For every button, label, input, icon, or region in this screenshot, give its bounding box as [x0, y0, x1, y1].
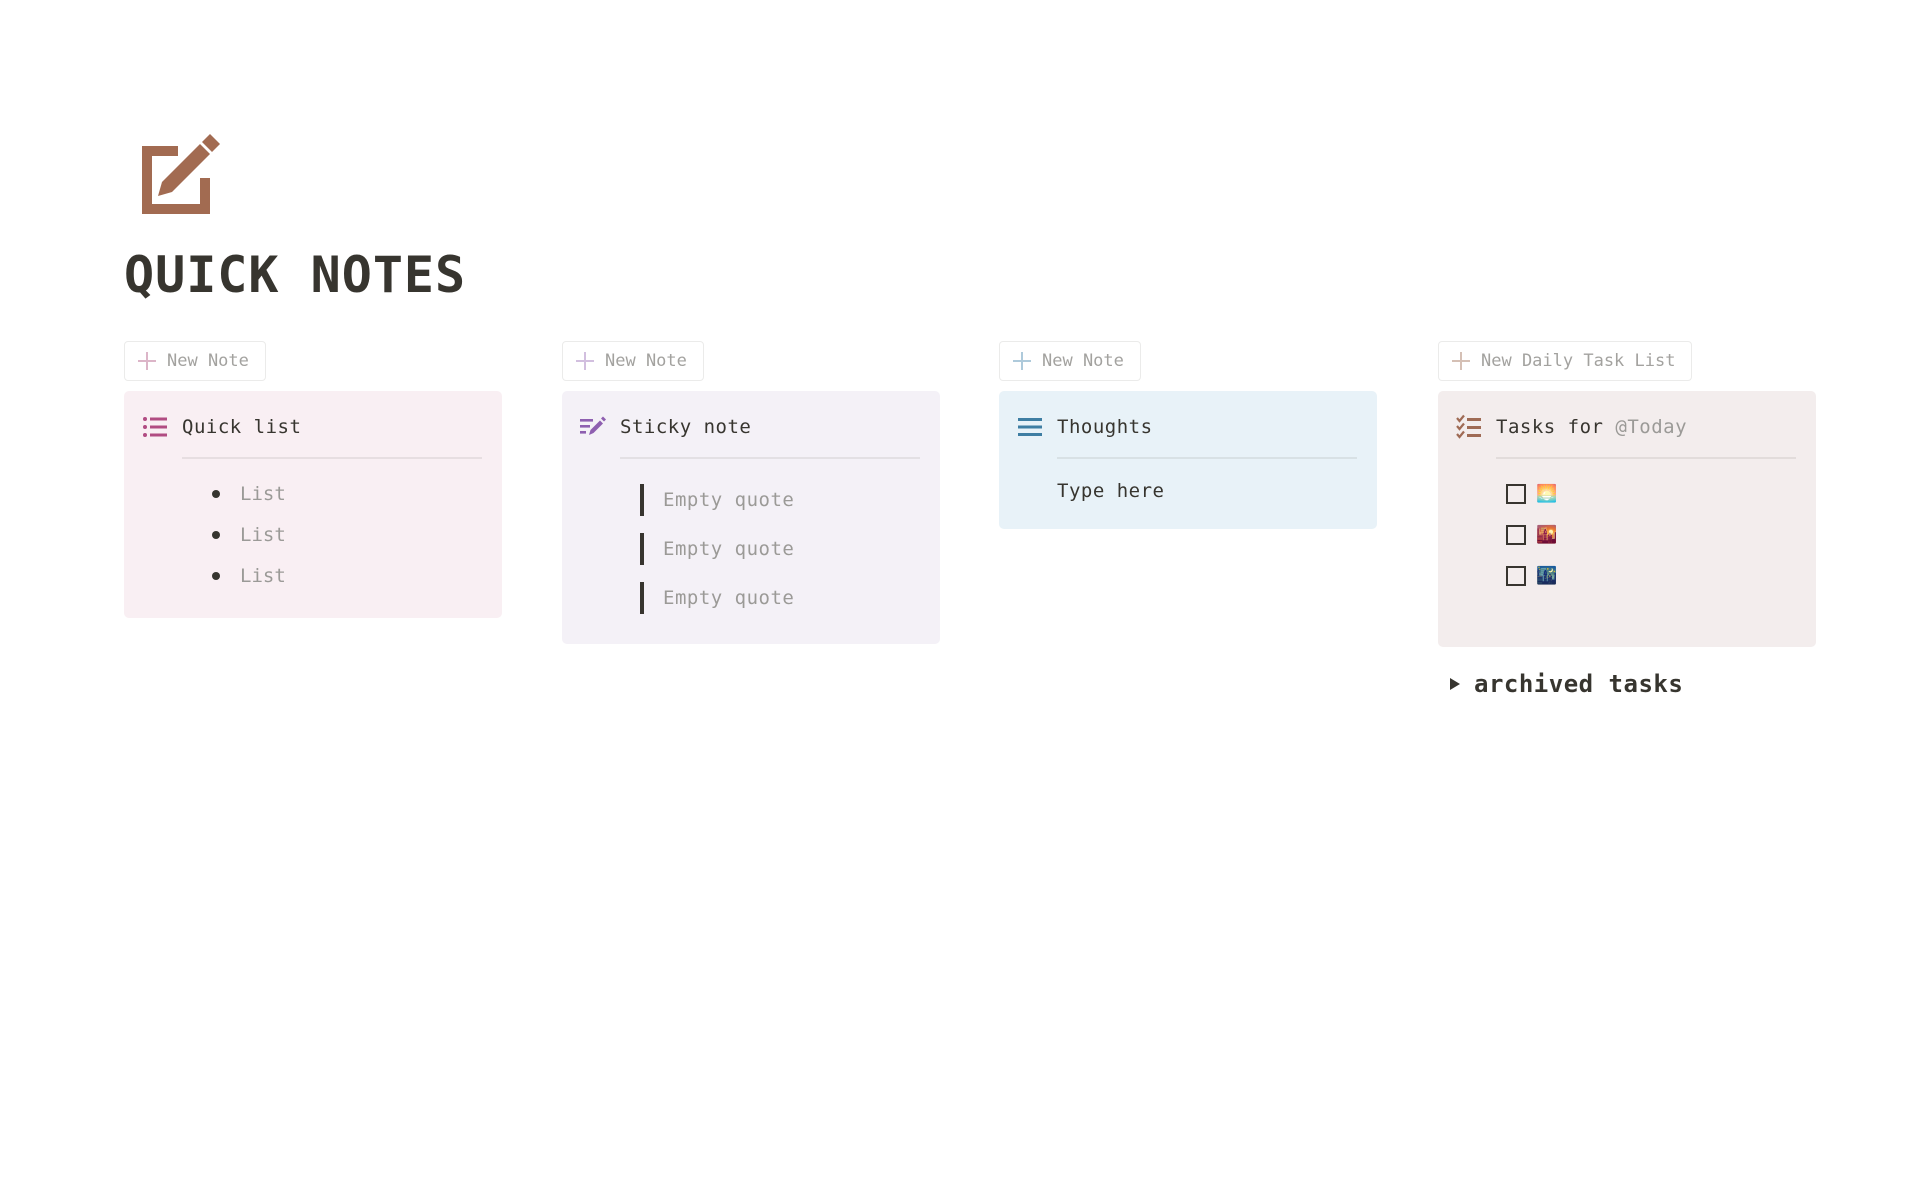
- night-city-emoji: 🌃: [1536, 565, 1558, 586]
- page-icon[interactable]: [138, 132, 224, 218]
- bulleted-list-icon: [143, 417, 167, 437]
- plus-icon: [1013, 352, 1031, 370]
- new-daily-task-list-label: New Daily Task List: [1481, 351, 1676, 371]
- quote-bar: [640, 581, 644, 614]
- bulleted-list: List List List: [212, 473, 482, 596]
- card-header: Sticky note: [580, 409, 920, 445]
- divider: [182, 457, 482, 459]
- new-note-button[interactable]: New Note: [124, 341, 266, 381]
- card-title[interactable]: Thoughts: [1057, 416, 1153, 438]
- sunrise-emoji: 🌅: [1536, 483, 1558, 504]
- quote-block[interactable]: Empty quote: [640, 475, 920, 524]
- list-item[interactable]: List: [212, 514, 482, 555]
- tasks-card[interactable]: Tasks for @Today 🌅 🌇 🌃: [1438, 391, 1816, 647]
- card-title[interactable]: Quick list: [182, 416, 301, 438]
- new-note-label: New Note: [1042, 351, 1124, 371]
- date-mention[interactable]: @Today: [1615, 416, 1687, 438]
- toggle-label: archived tasks: [1474, 670, 1684, 698]
- card-title[interactable]: Tasks for @Today: [1496, 416, 1687, 438]
- todo-item: 🌇: [1506, 514, 1796, 555]
- checklist-icon: [1456, 414, 1481, 439]
- quote-text[interactable]: Empty quote: [663, 489, 794, 511]
- quote-text[interactable]: Empty quote: [663, 538, 794, 560]
- new-note-button[interactable]: New Note: [999, 341, 1141, 381]
- thoughts-card[interactable]: Thoughts Type here: [999, 391, 1377, 529]
- new-note-label: New Note: [167, 351, 249, 371]
- divider: [620, 457, 920, 459]
- edit-square-icon: [142, 134, 220, 214]
- list-item-text[interactable]: List: [240, 524, 286, 546]
- new-note-label: New Note: [605, 351, 687, 371]
- quote-block[interactable]: Empty quote: [640, 573, 920, 622]
- todo-list: 🌅 🌇 🌃: [1506, 473, 1796, 596]
- plus-icon: [1452, 352, 1470, 370]
- todo-checkbox[interactable]: [1506, 483, 1526, 504]
- column-sticky-note: New Note Sticky note Empty quote Empty q…: [562, 341, 940, 644]
- quote-list: Empty quote Empty quote Empty quote: [640, 475, 920, 622]
- note-edit-icon: [580, 416, 606, 435]
- todo-item: 🌅: [1506, 473, 1796, 514]
- bullet-icon: [212, 530, 220, 539]
- column-thoughts: New Note Thoughts Type here: [999, 341, 1377, 529]
- sticky-note-card[interactable]: Sticky note Empty quote Empty quote Empt…: [562, 391, 940, 644]
- list-item-text[interactable]: List: [240, 483, 286, 505]
- text-lines-icon: [1018, 418, 1042, 436]
- plus-icon: [138, 352, 156, 370]
- todo-checkbox[interactable]: [1506, 524, 1526, 545]
- divider: [1057, 457, 1357, 459]
- toggle-triangle-icon[interactable]: [1450, 678, 1460, 690]
- quote-text[interactable]: Empty quote: [663, 587, 794, 609]
- quote-bar: [640, 532, 644, 565]
- bullet-icon: [212, 489, 220, 498]
- quote-bar: [640, 483, 644, 516]
- bullet-icon: [212, 571, 220, 580]
- page-title: QUICK NOTES: [124, 246, 467, 304]
- card-title[interactable]: Sticky note: [620, 416, 751, 438]
- thoughts-text[interactable]: Type here: [1057, 475, 1357, 507]
- card-header: Quick list: [142, 409, 482, 445]
- column-tasks: New Daily Task List Tasks for @Today 🌅 🌇…: [1438, 341, 1816, 647]
- quick-list-card[interactable]: Quick list List List List: [124, 391, 502, 618]
- quote-block[interactable]: Empty quote: [640, 524, 920, 573]
- todo-checkbox[interactable]: [1506, 565, 1526, 586]
- plus-icon: [576, 352, 594, 370]
- card-header: Thoughts: [1017, 409, 1357, 445]
- list-item[interactable]: List: [212, 473, 482, 514]
- divider: [1496, 457, 1796, 459]
- tasks-title-text: Tasks for: [1496, 416, 1604, 438]
- list-item[interactable]: List: [212, 555, 482, 596]
- archived-tasks-toggle[interactable]: archived tasks: [1438, 670, 1683, 698]
- todo-item: 🌃: [1506, 555, 1796, 596]
- new-daily-task-list-button[interactable]: New Daily Task List: [1438, 341, 1693, 381]
- city-sunset-emoji: 🌇: [1536, 524, 1558, 545]
- new-note-button[interactable]: New Note: [562, 341, 704, 381]
- list-item-text[interactable]: List: [240, 565, 286, 587]
- card-header: Tasks for @Today: [1456, 409, 1796, 445]
- column-quick-list: New Note Quick list List List List: [124, 341, 502, 618]
